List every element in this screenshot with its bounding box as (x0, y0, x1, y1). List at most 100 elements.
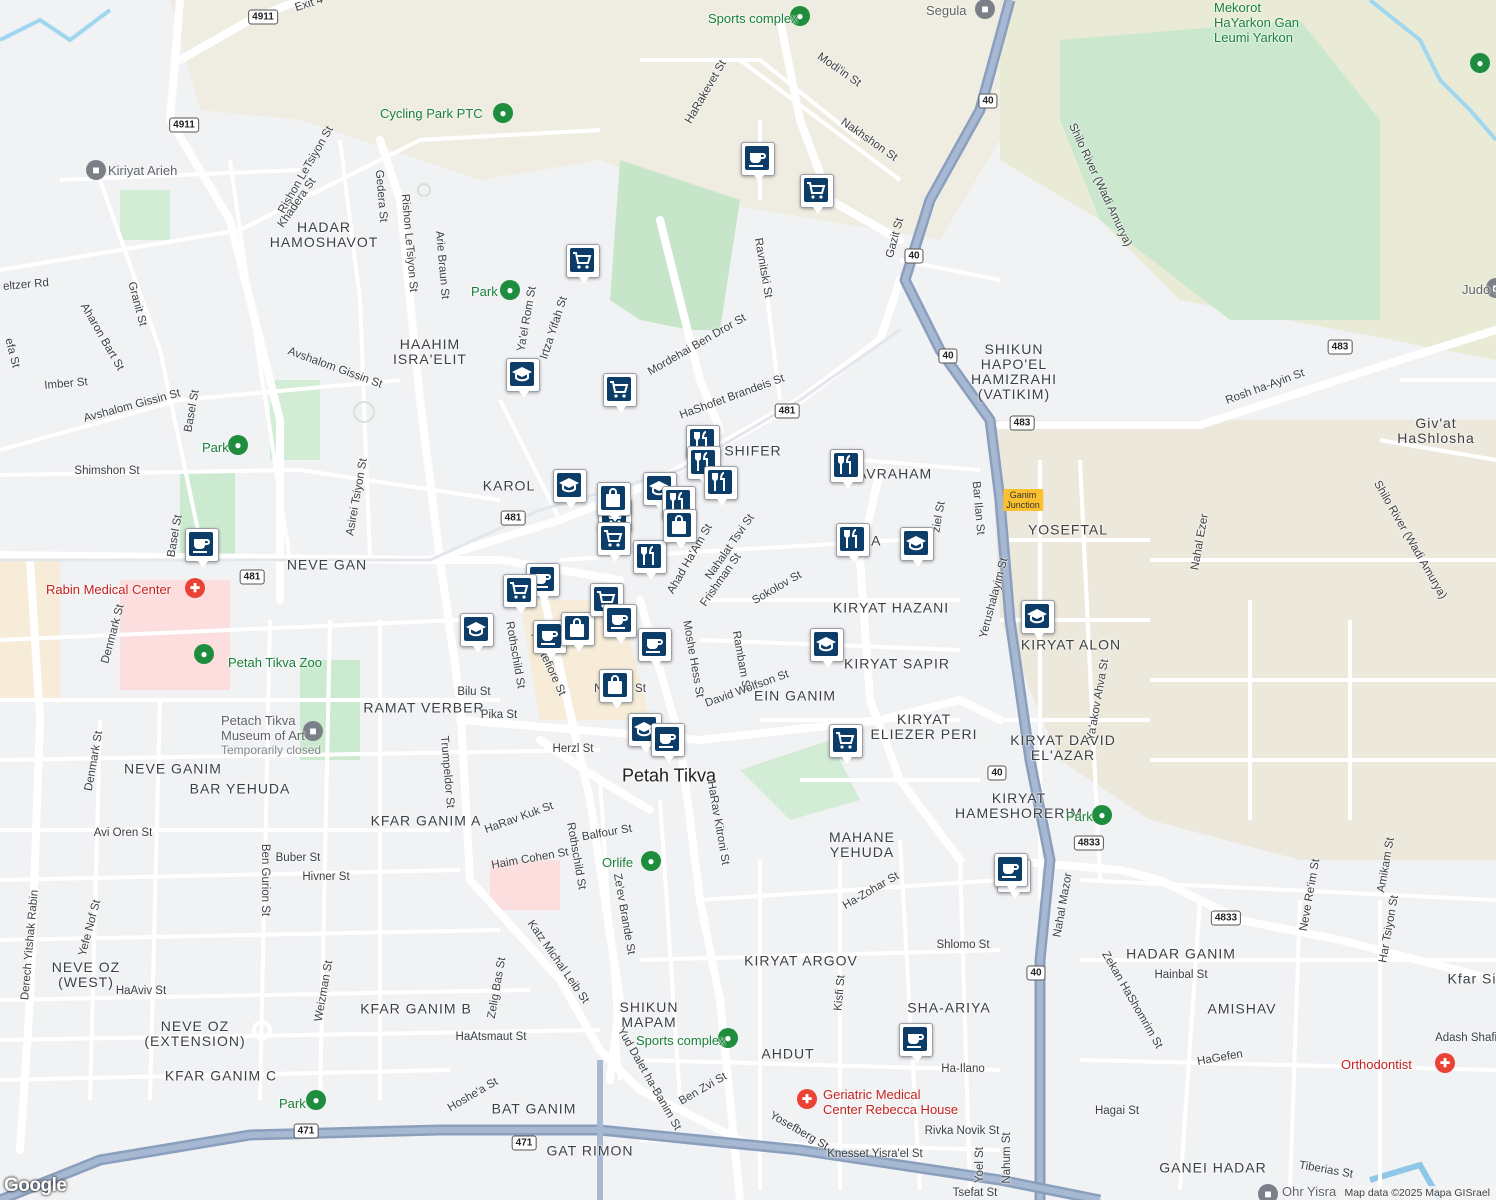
poi-label[interactable]: Kiriyat Arieh (108, 163, 177, 178)
cafe-icon (611, 615, 628, 629)
route-shield: 471 (293, 1123, 319, 1139)
poi-label[interactable]: Petach Tikva Museum of Art Temporarily clo… (221, 713, 321, 757)
poi-icon[interactable]: ✚ (797, 1089, 817, 1109)
grocery-icon (610, 381, 629, 398)
marker-cafe[interactable] (899, 1023, 933, 1063)
marker-restaurant[interactable] (633, 540, 667, 580)
route-shield: 4833 (1073, 835, 1105, 851)
marker-shopping[interactable] (597, 482, 631, 522)
route-shield: 471 (511, 1135, 537, 1151)
cafe-icon (541, 631, 558, 645)
marker-restaurant[interactable] (836, 523, 870, 563)
marker-cafe[interactable] (994, 853, 1028, 893)
school-icon (1027, 609, 1047, 624)
marker-cafe[interactable] (741, 142, 775, 182)
shopping-icon (606, 488, 620, 507)
poi-label[interactable]: Petah Tikva Zoo (228, 655, 322, 670)
google-logo: Google (4, 1175, 67, 1196)
cafe-icon (1002, 864, 1019, 878)
cafe-icon (193, 539, 210, 553)
map-base-layer (0, 0, 1496, 1200)
marker-grocery[interactable] (597, 522, 631, 562)
poi-icon[interactable]: ● (1470, 53, 1490, 73)
poi-icon[interactable]: ● (306, 1090, 326, 1110)
poi-icon[interactable]: ■ (975, 0, 995, 19)
poi-icon[interactable]: ✚ (185, 578, 205, 598)
poi-icon[interactable]: ● (1092, 805, 1112, 825)
route-shield: 481 (774, 403, 800, 419)
school-icon (512, 367, 532, 382)
cafe-icon (646, 639, 663, 653)
marker-restaurant[interactable] (704, 466, 738, 506)
poi-label[interactable]: Sports complex (708, 11, 798, 26)
school-icon (816, 637, 836, 652)
school-icon (466, 622, 486, 637)
marker-school[interactable] (810, 628, 844, 668)
map-attribution[interactable]: Map data ©2025 Mapa GISrael (1338, 1186, 1496, 1200)
poi-label[interactable]: Segula (926, 3, 966, 18)
poi-label[interactable]: Mekorot HaYarkon Gan Leumi Yarkon (1214, 0, 1299, 45)
marker-grocery[interactable] (829, 724, 863, 764)
cafe-icon (749, 153, 766, 167)
poi-label[interactable]: Orthodontist (1341, 1057, 1412, 1072)
marker-shopping[interactable] (599, 669, 633, 709)
marker-school[interactable] (1021, 600, 1055, 640)
marker-restaurant[interactable] (830, 449, 864, 489)
route-shield: 40 (1026, 965, 1046, 981)
route-shield: 4911 (169, 117, 199, 133)
marker-cafe[interactable] (603, 604, 637, 644)
poi-label[interactable]: Park (202, 440, 229, 455)
marker-grocery[interactable] (603, 373, 637, 413)
poi-label[interactable]: Park (279, 1096, 306, 1111)
cafe-icon (907, 1034, 924, 1048)
poi-label[interactable]: Geriatric Medical Center Rebecca House (823, 1087, 958, 1117)
route-shield: 4911 (248, 9, 278, 25)
poi-label[interactable]: Rabin Medical Center (46, 582, 171, 597)
shopping-icon (570, 618, 584, 637)
poi-label[interactable]: Sports complex (636, 1033, 726, 1048)
route-shield: 483 (1009, 415, 1035, 431)
grocery-icon (836, 732, 855, 749)
restaurant-icon (712, 472, 725, 491)
poi-icon[interactable]: ● (500, 280, 520, 300)
marker-grocery[interactable] (566, 244, 600, 284)
poi-label[interactable]: Orlife (602, 855, 633, 870)
restaurant-icon (838, 455, 851, 474)
route-shield: 40 (987, 765, 1007, 781)
marker-school[interactable] (900, 527, 934, 567)
poi-label[interactable]: Park (471, 284, 498, 299)
poi-label[interactable]: Judo school (1462, 282, 1496, 297)
marker-cafe[interactable] (651, 723, 685, 763)
marker-school[interactable] (506, 358, 540, 398)
grocery-icon (510, 582, 529, 599)
marker-school[interactable] (553, 469, 587, 509)
marker-grocery[interactable] (503, 574, 537, 614)
route-shield: 4833 (1210, 910, 1242, 926)
marker-cafe[interactable] (638, 628, 672, 668)
poi-icon[interactable]: ● (194, 644, 214, 664)
map-canvas[interactable]: Petah Tikva HADAR HAMOSHAVOT HAAHIM ISRA'ELI… (0, 0, 1496, 1200)
route-shield: 40 (904, 248, 924, 264)
marker-school[interactable] (460, 613, 494, 653)
poi-icon[interactable]: ✚ (1435, 1053, 1455, 1073)
poi-icon[interactable]: ■ (86, 160, 106, 180)
marker-shopping[interactable] (663, 509, 697, 549)
route-shield: 483 (1327, 339, 1353, 355)
poi-icon[interactable]: ■ (1258, 1184, 1278, 1200)
poi-icon[interactable]: ● (228, 435, 248, 455)
poi-label[interactable]: Park (1066, 809, 1093, 824)
poi-icon[interactable]: ● (493, 103, 513, 123)
marker-grocery[interactable] (800, 174, 834, 214)
restaurant-icon (641, 546, 654, 565)
route-shield: 481 (500, 510, 526, 526)
marker-cafe[interactable] (185, 528, 219, 568)
restaurant-icon (844, 529, 857, 548)
junction-label: Ganim Junction (1003, 489, 1043, 511)
school-icon (559, 478, 579, 493)
poi-label[interactable]: Cycling Park PTC (380, 106, 483, 121)
grocery-icon (573, 252, 592, 269)
poi-icon[interactable]: ● (641, 851, 661, 871)
route-shield: 481 (239, 569, 265, 585)
route-shield: 40 (938, 348, 958, 364)
poi-label[interactable]: Ohr Yisra (1282, 1184, 1336, 1199)
